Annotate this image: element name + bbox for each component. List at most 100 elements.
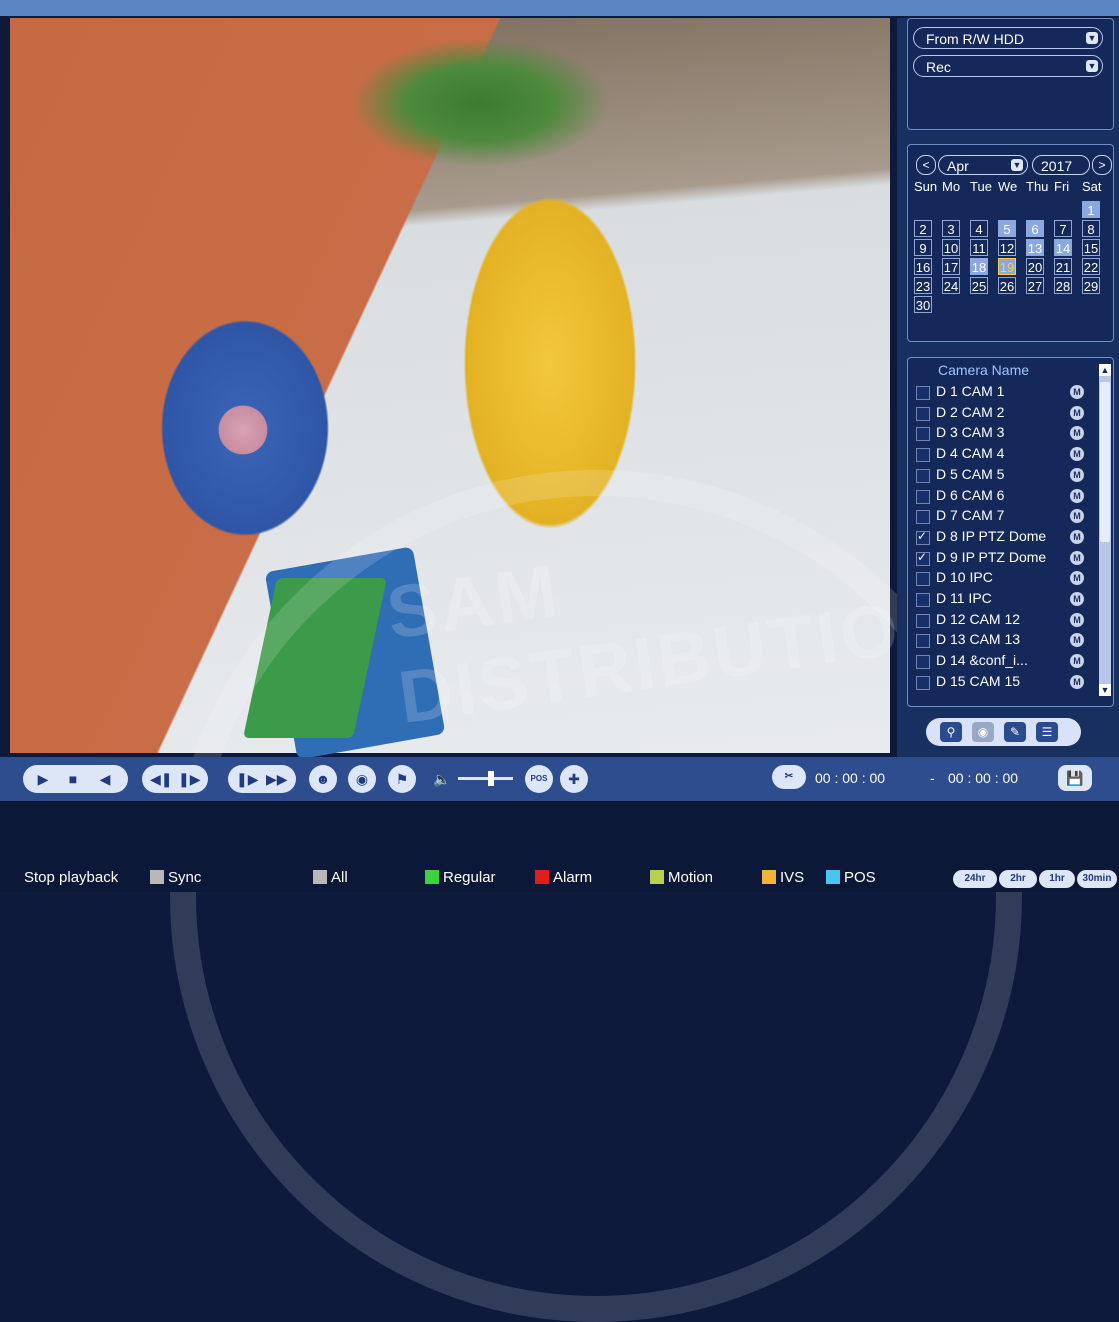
camera-checkbox[interactable] xyxy=(916,406,930,421)
camera-checkbox[interactable] xyxy=(916,489,930,504)
clip-icon[interactable]: ✂ xyxy=(772,765,806,789)
camera-row[interactable]: D 14 &conf_i... M xyxy=(914,651,1089,671)
calendar-day[interactable]: 11 xyxy=(970,239,988,256)
smart-person-icon[interactable]: ☻ xyxy=(309,765,337,793)
camera-row[interactable]: D 3 CAM 3 M xyxy=(914,423,1089,443)
camera-row[interactable]: D 6 CAM 6 M xyxy=(914,486,1089,506)
camera-checkbox[interactable] xyxy=(916,675,930,690)
volume-icon[interactable]: 🔈 xyxy=(432,769,452,789)
camera-checkbox[interactable] xyxy=(916,427,930,442)
calendar-day[interactable]: 24 xyxy=(942,277,960,294)
camera-checkbox[interactable] xyxy=(916,550,930,566)
camera-checkbox[interactable] xyxy=(916,593,930,607)
zoom-1hr-button[interactable]: 1hr xyxy=(1039,870,1075,888)
camera-row[interactable]: D 12 CAM 12 M xyxy=(914,610,1089,630)
camera-row[interactable]: D 13 CAM 13 M xyxy=(914,630,1089,650)
snapshot-icon[interactable]: ◉ xyxy=(348,765,376,793)
camera-mode-icon[interactable]: M xyxy=(1070,612,1084,627)
volume-slider[interactable] xyxy=(458,777,513,780)
calendar-day[interactable]: 9 xyxy=(914,239,932,256)
zoom-24hr-button[interactable]: 24hr xyxy=(953,870,997,888)
camera-mode-icon[interactable]: M xyxy=(1070,426,1084,441)
zoom-30min-button[interactable]: 30min xyxy=(1077,870,1117,888)
calendar-day[interactable]: 17 xyxy=(942,258,960,275)
camera-mode-icon[interactable]: M xyxy=(1070,550,1084,565)
camera-mode-icon[interactable]: M xyxy=(1070,447,1084,462)
file-list-icon[interactable]: ☰ xyxy=(1036,722,1058,742)
calendar-day[interactable]: 1 xyxy=(1082,201,1100,218)
camera-checkbox[interactable] xyxy=(916,510,930,525)
calendar-day[interactable]: 14 xyxy=(1054,239,1072,256)
camera-row[interactable]: D 7 CAM 7 M xyxy=(914,506,1089,526)
calendar-day[interactable]: 20 xyxy=(1026,258,1044,275)
clip-end-time[interactable]: 00 : 00 : 00 xyxy=(948,770,1018,786)
camera-row[interactable]: D 5 CAM 5 M xyxy=(914,465,1089,485)
calendar-day[interactable]: 28 xyxy=(1054,277,1072,294)
fast-forward-icon[interactable]: ▶▶ xyxy=(266,769,288,789)
calendar-day[interactable]: 10 xyxy=(942,239,960,256)
camera-row[interactable]: D 9 IP PTZ Dome M xyxy=(914,548,1089,568)
camera-row[interactable]: D 10 IPC M xyxy=(914,568,1089,588)
calendar-day[interactable]: 7 xyxy=(1054,220,1072,237)
camera-list-scrollbar[interactable]: ▲ ▼ xyxy=(1099,364,1111,696)
calendar-day[interactable]: 13 xyxy=(1026,239,1044,256)
record-type-select[interactable]: Rec ▼ xyxy=(913,55,1103,77)
camera-mode-icon[interactable]: M xyxy=(1070,529,1084,544)
calendar-day[interactable]: 21 xyxy=(1054,258,1072,275)
calendar-day[interactable]: 19 xyxy=(998,258,1016,275)
volume-slider-thumb[interactable] xyxy=(488,771,494,786)
scroll-up-icon[interactable]: ▲ xyxy=(1099,364,1111,376)
calendar-day[interactable]: 3 xyxy=(942,220,960,237)
calendar-day[interactable]: 15 xyxy=(1082,239,1100,256)
calendar-day[interactable]: 6 xyxy=(1026,220,1044,237)
tag-icon[interactable]: ⚑ xyxy=(388,765,416,793)
calendar-day[interactable]: 25 xyxy=(970,277,988,294)
slow-play-icon[interactable]: ❚▶ xyxy=(236,769,259,789)
camera-row[interactable]: D 15 CAM 15 M xyxy=(914,672,1089,692)
camera-checkbox[interactable] xyxy=(916,386,930,400)
fisheye-icon[interactable]: ◉ xyxy=(972,722,994,742)
calendar-day[interactable]: 22 xyxy=(1082,258,1100,275)
filter-regular-checkbox[interactable]: Regular xyxy=(425,869,496,886)
next-month-icon[interactable]: > xyxy=(1092,155,1112,175)
calendar-day[interactable]: 18 xyxy=(970,258,988,275)
camera-mode-icon[interactable]: M xyxy=(1070,405,1084,420)
camera-mode-icon[interactable]: M xyxy=(1070,488,1084,503)
calendar-day[interactable]: 27 xyxy=(1026,277,1044,294)
prev-month-icon[interactable]: < xyxy=(916,155,936,175)
stop-icon[interactable]: ■ xyxy=(63,769,83,789)
filter-all-checkbox[interactable]: All xyxy=(313,869,348,886)
calendar-day[interactable]: 29 xyxy=(1082,277,1100,294)
play-icon[interactable]: ▶ xyxy=(33,769,53,789)
camera-row[interactable]: D 11 IPC M xyxy=(914,589,1089,609)
camera-mode-icon[interactable]: M xyxy=(1070,509,1084,524)
filter-pos-checkbox[interactable]: POS xyxy=(826,869,876,886)
camera-checkbox[interactable] xyxy=(916,634,930,649)
camera-row[interactable]: D 2 CAM 2 M xyxy=(914,403,1089,423)
filter-alarm-checkbox[interactable]: Alarm xyxy=(535,869,592,886)
scroll-down-icon[interactable]: ▼ xyxy=(1099,684,1111,696)
camera-checkbox[interactable] xyxy=(916,572,930,587)
save-clip-icon[interactable]: 💾 xyxy=(1058,765,1092,791)
calendar-day[interactable]: 2 xyxy=(914,220,932,237)
camera-mode-icon[interactable]: M xyxy=(1070,654,1084,669)
calendar-day[interactable]: 4 xyxy=(970,220,988,237)
clip-start-time[interactable]: 00 : 00 : 00 xyxy=(815,770,885,786)
smart-search-icon[interactable]: ⚲ xyxy=(940,722,962,742)
camera-mode-icon[interactable]: M xyxy=(1070,571,1084,586)
camera-mode-icon[interactable]: M xyxy=(1070,467,1084,482)
mark-search-icon[interactable]: ✎ xyxy=(1004,722,1026,742)
camera-checkbox[interactable] xyxy=(916,613,930,628)
calendar-day[interactable]: 23 xyxy=(914,277,932,294)
device-select[interactable]: From R/W HDD ▼ xyxy=(913,27,1103,49)
camera-checkbox[interactable] xyxy=(916,655,930,670)
reverse-play-icon[interactable]: ◀ xyxy=(95,769,115,789)
month-select[interactable]: Apr ▼ xyxy=(938,155,1028,175)
camera-mode-icon[interactable]: M xyxy=(1070,674,1084,689)
calendar-day[interactable]: 26 xyxy=(998,277,1016,294)
calendar-day[interactable]: 8 xyxy=(1082,220,1100,237)
camera-checkbox[interactable] xyxy=(916,448,930,463)
pos-button[interactable]: POS xyxy=(525,765,553,793)
calendar-day[interactable]: 5 xyxy=(998,220,1016,237)
camera-row[interactable]: D 4 CAM 4 M xyxy=(914,444,1089,464)
